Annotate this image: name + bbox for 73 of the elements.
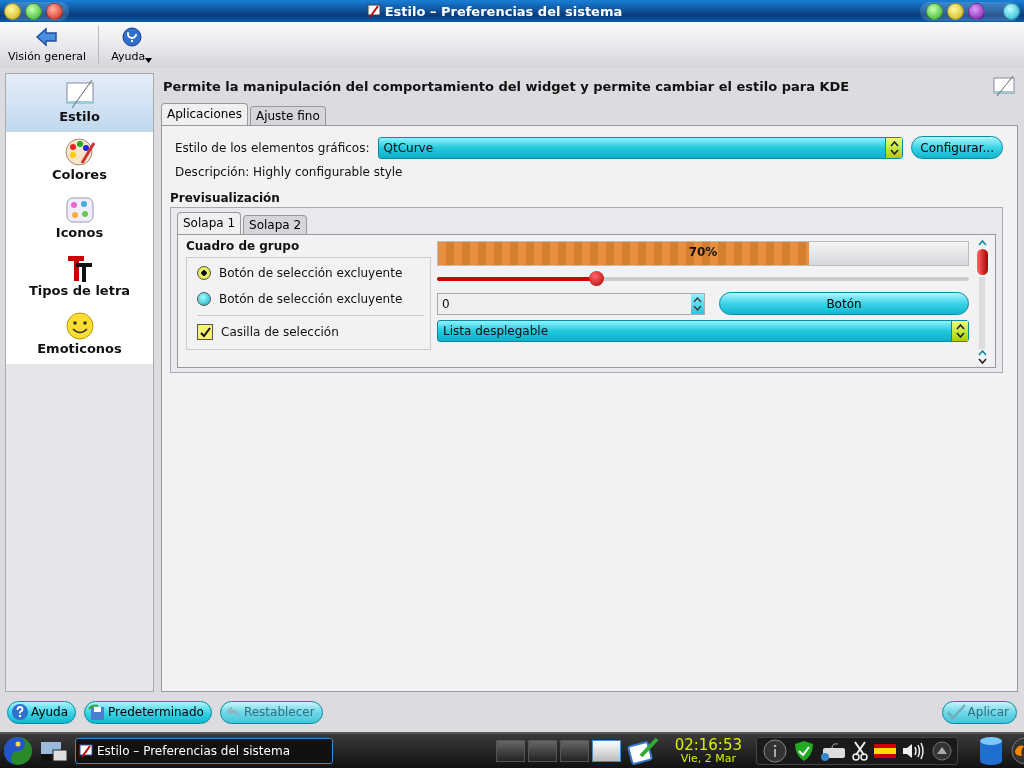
desktop-pager-button[interactable] (591, 740, 621, 762)
checkbox[interactable] (197, 324, 213, 340)
tab[interactable]: Solapa 2 (243, 215, 308, 234)
dropdown-arrows-icon (951, 321, 968, 341)
toolbar-button[interactable]: Visión general (4, 22, 91, 68)
section-title: Previsualización (170, 190, 281, 207)
minimize-button[interactable] (4, 2, 21, 20)
notepad-pencil-icon[interactable] (626, 736, 661, 766)
database-icon[interactable] (978, 736, 1004, 766)
shield-icon[interactable] (794, 740, 814, 762)
app-icon (79, 744, 93, 758)
sidebar-item[interactable]: Emoticonos (6, 306, 153, 364)
help-button[interactable]: Ayuda (7, 700, 77, 724)
check-mark-icon (945, 704, 966, 720)
style-dropdown[interactable]: QtCurve (377, 136, 904, 159)
window-style-icon (992, 75, 1016, 97)
window-title: Estilo – Preferencias del sistema (384, 3, 623, 19)
slider-handle[interactable] (588, 271, 604, 286)
style-description: Descripción: Highly configurable style (174, 164, 404, 181)
sidebar-item[interactable]: Iconos (6, 190, 153, 248)
page-description: Permite la manipulación del comportamiento del widget y permite cambiar el estilo para KDE (163, 78, 850, 94)
maximize-button[interactable] (25, 2, 42, 20)
help-icon (121, 27, 142, 47)
save-button[interactable]: Predeterminado (84, 700, 212, 724)
clock-time: 02:16:53 (674, 737, 742, 753)
toolbar-button[interactable]: Ayuda (107, 22, 157, 68)
keyboard-icon[interactable] (820, 741, 846, 761)
tab[interactable]: Aplicaciones (161, 103, 248, 125)
keep-below-button[interactable] (926, 2, 943, 20)
sidebar-item[interactable]: Tipos de letra (6, 248, 153, 306)
scroll-bar[interactable] (975, 239, 989, 365)
push-button[interactable]: Botón (719, 292, 969, 315)
dropdown[interactable]: Lista desplegable (437, 320, 969, 342)
slider[interactable] (437, 271, 969, 287)
radio-option[interactable]: Botón de selección excluyente (197, 260, 424, 286)
browser-icon[interactable] (1010, 736, 1024, 766)
floppy-disk-icon (88, 703, 107, 721)
group-title: Cuadro de grupo (186, 239, 301, 253)
radio-option[interactable]: Botón de selección excluyente (197, 286, 424, 312)
style-label: Estilo de los elementos gráficos: (175, 140, 370, 155)
configure-button[interactable]: Configurar... (911, 136, 1003, 159)
scissors-icon[interactable] (852, 741, 868, 761)
palette-icon (63, 137, 96, 167)
dropdown-arrows-icon (885, 137, 903, 158)
icons-icon (63, 195, 96, 225)
tab[interactable]: Solapa 1 (177, 212, 242, 234)
expand-tray-icon[interactable] (932, 741, 952, 761)
window-style-icon (63, 79, 96, 109)
close-button[interactable] (46, 2, 63, 20)
help-button[interactable] (968, 2, 985, 20)
checkbox-option[interactable]: Casilla de selección (197, 319, 424, 345)
info-icon[interactable] (762, 738, 788, 764)
desktop-icon[interactable] (39, 740, 69, 762)
progress-reading: 70% (687, 245, 719, 259)
smiley-icon (63, 311, 96, 341)
spin-box[interactable]: 0 (437, 292, 705, 315)
radio-button[interactable] (197, 266, 211, 280)
info-button[interactable] (1003, 2, 1020, 20)
back-arrow-icon (36, 27, 59, 47)
start-menu-icon[interactable] (3, 736, 33, 766)
sidebar-item[interactable]: Colores (6, 132, 153, 190)
sidebar-item[interactable]: Estilo (6, 74, 153, 132)
flag-icon[interactable] (874, 744, 896, 758)
clock-date: Vie, 2 Mar (680, 753, 736, 765)
volume-icon[interactable] (902, 741, 926, 761)
shade-button[interactable] (947, 2, 964, 20)
tab[interactable]: Ajuste fino (249, 106, 326, 125)
spin-arrows-icon (691, 293, 704, 314)
taskbar-task[interactable]: Estilo – Preferencias del sistema (75, 738, 333, 764)
help-icon (11, 703, 29, 721)
caret-icon (145, 58, 153, 63)
radio-button[interactable] (197, 292, 211, 306)
app-icon (366, 4, 381, 18)
